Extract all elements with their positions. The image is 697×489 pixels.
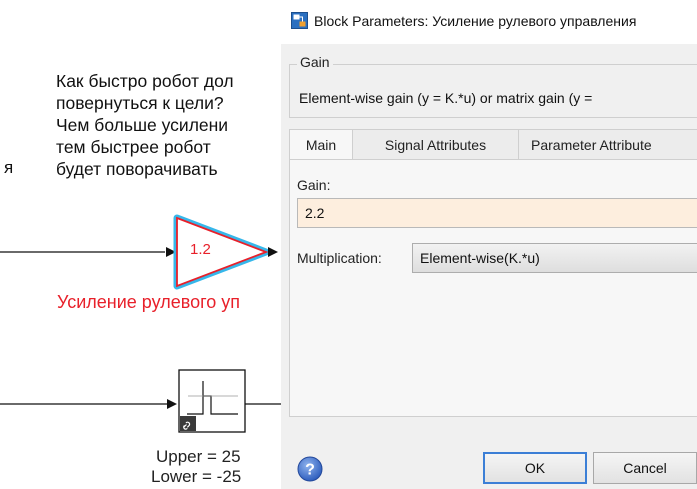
library-link-badge — [180, 416, 196, 431]
annotation-text: Как быстро робот дол повернуться к цели?… — [56, 70, 234, 180]
annotation-line: тем быстрее робот — [56, 137, 211, 157]
saturation-upper-limit: Upper = 25 — [156, 447, 241, 466]
cancel-button[interactable]: Cancel — [593, 452, 697, 484]
tab-signal-attributes[interactable]: Signal Attributes — [352, 129, 519, 159]
parameter-tabs: Main Signal Attributes Parameter Attribu… — [289, 129, 697, 160]
cropped-annotation-fragment: я — [4, 158, 14, 177]
dialog-titlebar[interactable]: Block Parameters: Усиление рулевого упра… — [281, 0, 697, 44]
help-icon[interactable]: ? — [297, 456, 323, 482]
gain-input[interactable] — [297, 198, 697, 228]
arrowhead-gain-output — [268, 247, 278, 257]
annotation-line: будет поворачивать — [56, 159, 218, 179]
arrowhead-saturation-input — [167, 399, 177, 409]
tab-parameter-attributes[interactable]: Parameter Attribute — [518, 129, 697, 159]
simulink-block-icon — [291, 12, 308, 29]
gain-block-value: 1.2 — [190, 241, 211, 258]
annotation-line: Как быстро робот дол — [56, 71, 234, 91]
gain-field-label: Gain: — [297, 177, 331, 193]
saturation-lower-limit: Lower = -25 — [151, 467, 242, 486]
block-description: Element-wise gain (y = K.*u) or matrix g… — [299, 90, 593, 106]
group-label: Gain — [297, 54, 333, 70]
multiplication-select[interactable]: Element-wise(K.*u) — [412, 243, 697, 273]
annotation-line: повернуться к цели? — [56, 93, 224, 113]
svg-text:?: ? — [305, 462, 315, 479]
multiplication-label: Multiplication: — [297, 250, 382, 266]
saturation-block[interactable] — [178, 369, 246, 433]
simulink-canvas[interactable]: Как быстро робот дол повернуться к цели?… — [0, 0, 697, 489]
annotation-line: Чем больше усилени — [56, 115, 229, 135]
dialog-title: Block Parameters: Усиление рулевого упра… — [314, 13, 637, 29]
block-parameters-dialog: Block Parameters: Усиление рулевого упра… — [281, 0, 697, 489]
tab-main[interactable]: Main — [289, 129, 353, 160]
gain-block-name[interactable]: Усиление рулевого уп — [57, 292, 240, 313]
ok-button[interactable]: OK — [483, 452, 587, 484]
